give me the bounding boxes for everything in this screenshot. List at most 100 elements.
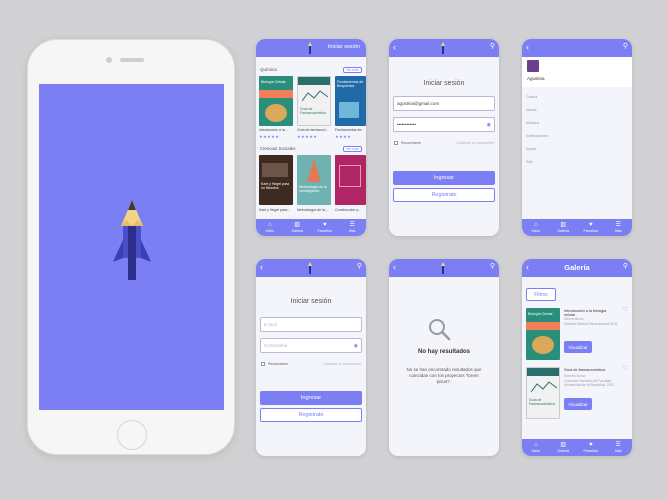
tab-galeria[interactable]: ▥ Galería [552, 222, 574, 233]
back-icon[interactable]: ‹ [526, 42, 529, 52]
books-icon: ▥ [294, 222, 301, 228]
magnifier-icon [429, 319, 451, 341]
rating-stars: ★★★★ [335, 134, 352, 139]
login-title: Iniciar sesión [290, 298, 332, 305]
home-button[interactable] [117, 420, 147, 450]
heart-icon: ♥ [588, 222, 593, 228]
tab-inicio[interactable]: ⌂ Inicio [525, 442, 547, 453]
password-placeholder: Contraseña [264, 343, 288, 348]
back-icon[interactable]: ‹ [260, 262, 263, 272]
tab-galeria[interactable]: ▥ Galería [286, 222, 308, 233]
back-icon[interactable]: ‹ [393, 262, 396, 272]
book-cover[interactable]: Kant y Hegel para no filósofos [259, 155, 293, 205]
app-logo-icon [441, 262, 445, 274]
remember-checkbox[interactable] [261, 362, 265, 366]
book-title: Construcción y... [335, 208, 361, 212]
heart-icon: ♥ [588, 442, 593, 448]
tab-mas[interactable]: ☰ Más [607, 442, 629, 453]
book-cover[interactable]: Guía de Farmacocinética [526, 367, 560, 419]
view-button[interactable]: Visualizar [564, 341, 592, 353]
rating-stars: ★★★★★ [259, 134, 280, 139]
item-title: Guía de farmacocinética [564, 368, 606, 372]
search-icon[interactable]: ⚲ [623, 42, 628, 52]
forgot-password-link[interactable]: Olvidaste tu contraseña? [323, 362, 362, 366]
login-button[interactable]: Ingresar [260, 391, 362, 405]
tab-inicio[interactable]: ⌂ Inicio [525, 222, 547, 233]
heart-icon: ♥ [322, 222, 327, 228]
home-icon: ⌂ [533, 222, 538, 228]
book-cover-title: Fundamentos de Bioquímica [337, 80, 364, 88]
search-icon[interactable]: ⚲ [490, 42, 495, 52]
tab-favoritos[interactable]: ♥ Favoritos [580, 442, 602, 453]
eye-icon[interactable]: ◉ [487, 122, 491, 128]
book-title: Introducción a la... [259, 128, 288, 132]
back-icon[interactable]: ‹ [393, 42, 396, 52]
tab-galeria[interactable]: ▥ Galería [552, 442, 574, 453]
search-icon[interactable]: ⚲ [623, 262, 628, 272]
book-title: Kant y Hegel para... [259, 208, 290, 212]
search-icon[interactable]: ⚲ [357, 262, 362, 272]
item-title: Introducción a la biología celular [564, 309, 607, 317]
favorite-heart-icon[interactable]: ♡ [623, 306, 628, 313]
book-cover[interactable]: Biología Celular [526, 308, 560, 360]
tab-favoritos[interactable]: ♥ Favoritos [580, 222, 602, 233]
register-button[interactable]: Registrate [393, 188, 495, 202]
tab-favoritos[interactable]: ♥ Favoritos [314, 222, 336, 233]
bottom-tab-bar: ⌂ Inicio ▥ Galería ♥ Favoritos ☰ Más [256, 219, 366, 236]
register-button[interactable]: Registrate [260, 408, 362, 422]
menu-item-idioma[interactable]: Idioma [526, 108, 537, 112]
tab-mas[interactable]: ☰ Más [607, 222, 629, 233]
pencil-rocket-icon [113, 200, 151, 280]
see-more-button[interactable]: Ver más [343, 67, 362, 73]
app-logo-icon [441, 42, 445, 54]
remember-label: Recuérdame [401, 141, 422, 145]
top-bar: Iniciar sesión [256, 39, 366, 57]
book-title: Guía de farmacoci... [297, 128, 329, 132]
avatar[interactable] [527, 60, 539, 72]
menu-item-notificaciones[interactable]: Notificaciones [526, 134, 548, 138]
forgot-password-link[interactable]: Olvidaste tu contraseña? [456, 141, 495, 145]
favorite-heart-icon[interactable]: ♡ [623, 365, 628, 372]
menu-item-salir[interactable]: Salir [526, 160, 533, 164]
item-author: Roberto Dorso [564, 374, 586, 378]
tab-inicio[interactable]: ⌂ Inicio [259, 222, 281, 233]
top-bar: ‹ ⚲ [389, 259, 499, 277]
login-title: Iniciar sesión [423, 80, 465, 87]
front-camera [106, 57, 112, 63]
password-field[interactable]: Contraseña ◉ [260, 338, 362, 353]
splash-screen [39, 84, 224, 410]
books-icon: ▥ [560, 222, 567, 228]
book-cover-title: Guía de Farmacocinética [529, 398, 555, 406]
book-cover-title: Kant y Hegel para no filósofos [261, 182, 290, 190]
tab-mas[interactable]: ☰ Más [341, 222, 363, 233]
email-field[interactable]: agustina@gmail.com [393, 96, 495, 111]
menu-item-cuenta[interactable]: Cuenta [526, 95, 537, 99]
profile-header: Agustina [522, 57, 632, 87]
view-button[interactable]: Visualizar [564, 398, 592, 410]
menu-item-ayuda[interactable]: Ayuda [526, 147, 536, 151]
filters-button[interactable]: Filtros [526, 288, 556, 301]
book-cover-title: Biología Celular [261, 80, 286, 84]
gallery-title: Galería [564, 263, 590, 272]
book-cover[interactable]: Guía de Farmacocinética [297, 76, 331, 126]
password-field[interactable]: •••••••••••• ◉ [393, 117, 495, 132]
eye-icon[interactable]: ◉ [354, 343, 358, 349]
phone-mockup [27, 39, 235, 455]
login-link[interactable]: Iniciar sesión [328, 44, 360, 50]
books-icon: ▥ [560, 442, 567, 448]
book-cover[interactable] [335, 155, 366, 205]
login-button[interactable]: Ingresar [393, 171, 495, 185]
book-cover[interactable]: Fundamentos de Bioquímica [335, 76, 366, 126]
screen-login-empty: ‹ ⚲ Iniciar sesión E-mail Contraseña ◉ R… [256, 259, 366, 456]
password-value: •••••••••••• [397, 122, 416, 127]
see-more-button[interactable]: Ver más [343, 146, 362, 152]
remember-checkbox[interactable] [394, 141, 398, 145]
email-field[interactable]: E-mail [260, 317, 362, 332]
menu-item-afiliados[interactable]: Afiliados [526, 121, 539, 125]
item-publisher: Editorial Médica Panamericana 2011 [564, 322, 618, 326]
home-icon: ⌂ [267, 222, 272, 228]
search-icon[interactable]: ⚲ [490, 262, 495, 272]
section-title: Ciencias Sociales [260, 146, 296, 151]
book-cover[interactable]: Metodología de la Investigación [297, 155, 331, 205]
book-cover[interactable]: Biología Celular [259, 76, 293, 126]
